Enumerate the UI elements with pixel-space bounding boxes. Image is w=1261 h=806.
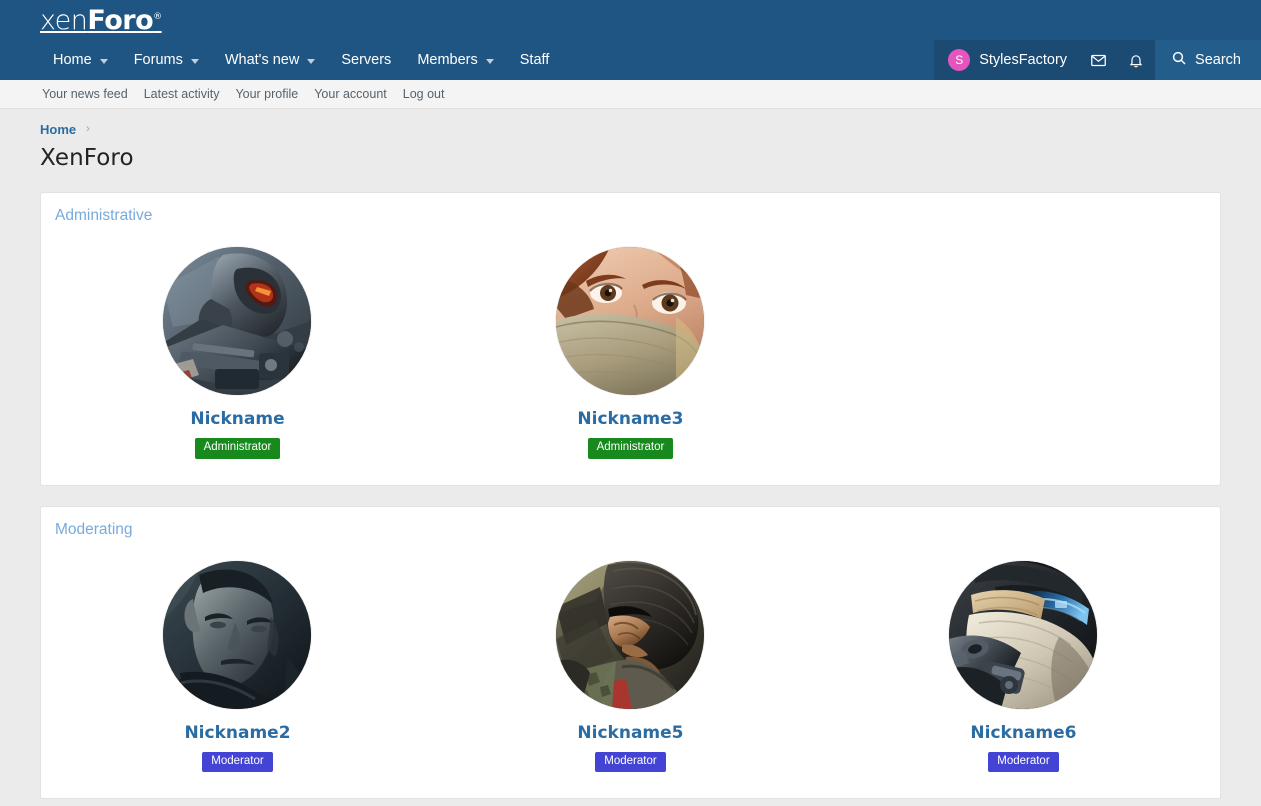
staff-member-card: Nickname2 Moderator	[41, 549, 434, 773]
nav-item-label: Staff	[520, 52, 550, 68]
header-right-tools: S StylesFactory	[934, 40, 1261, 80]
visitor-username: StylesFactory	[979, 52, 1067, 68]
soldier-helmet-avatar	[163, 247, 311, 395]
dark-portrait-avatar	[163, 561, 311, 709]
inbox-button[interactable]	[1079, 40, 1117, 80]
staff-member-card: Nickname Administrator	[41, 235, 434, 459]
nav-item-label: Servers	[341, 52, 391, 68]
bell-icon	[1128, 52, 1144, 69]
member-username[interactable]: Nickname3	[577, 409, 683, 429]
nav-item-whats-new[interactable]: What's new	[212, 40, 329, 80]
visitor-menu-button[interactable]: S StylesFactory	[934, 40, 1079, 80]
avatar[interactable]	[163, 561, 311, 709]
goggles-soldier-avatar	[949, 561, 1097, 709]
section-title: Administrative	[41, 193, 1220, 229]
breadcrumb-item-home[interactable]: Home	[40, 122, 76, 137]
chevron-down-icon	[100, 59, 108, 64]
masked-woman-avatar	[556, 247, 704, 395]
site-header: xenForo® Home Forums What's new Servers …	[0, 0, 1261, 80]
logo-text-bold: Foro	[87, 5, 153, 36]
breadcrumb: Home ›	[40, 109, 1221, 141]
subnav-item-log-out[interactable]: Log out	[395, 87, 453, 101]
nav-item-label: What's new	[225, 52, 300, 68]
member-username[interactable]: Nickname6	[970, 723, 1076, 743]
chevron-down-icon	[191, 59, 199, 64]
nav-item-servers[interactable]: Servers	[328, 40, 404, 80]
staff-member-card: Nickname5 Moderator	[434, 549, 827, 773]
avatar[interactable]	[556, 247, 704, 395]
avatar[interactable]	[949, 561, 1097, 709]
nav-item-label: Forums	[134, 52, 183, 68]
search-label: Search	[1195, 52, 1241, 68]
logo-text-light: xen	[40, 5, 87, 36]
visitor-menu-group: S StylesFactory	[934, 40, 1155, 80]
search-button[interactable]: Search	[1155, 40, 1261, 80]
avatar[interactable]	[556, 561, 704, 709]
envelope-icon	[1090, 52, 1107, 69]
page-content: Home › XenForo Administrative	[0, 109, 1261, 799]
user-banner-badge: Moderator	[595, 752, 665, 773]
nav-item-home[interactable]: Home	[40, 40, 121, 80]
nav-items: Home Forums What's new Servers Members S…	[40, 40, 562, 80]
user-banner-badge: Administrator	[195, 438, 281, 459]
avatar[interactable]	[163, 247, 311, 395]
member-list: Nickname Administrator	[41, 229, 1220, 485]
staff-member-card: Nickname3 Administrator	[434, 235, 827, 459]
user-banner-badge: Moderator	[202, 752, 272, 773]
section-title: Moderating	[41, 507, 1220, 543]
subnav-item-news-feed[interactable]: Your news feed	[34, 87, 136, 101]
nav-item-members[interactable]: Members	[404, 40, 506, 80]
staff-section-moderating: Moderating	[40, 506, 1221, 800]
avatar: S	[948, 49, 970, 71]
search-icon	[1171, 50, 1195, 70]
subnav-item-your-account[interactable]: Your account	[306, 87, 395, 101]
user-banner-badge: Administrator	[588, 438, 674, 459]
chevron-down-icon	[307, 59, 315, 64]
member-username[interactable]: Nickname	[190, 409, 284, 429]
staff-section-administrative: Administrative	[40, 192, 1221, 486]
page-title: XenForo	[40, 145, 1221, 171]
member-username[interactable]: Nickname2	[184, 723, 290, 743]
chevron-down-icon	[486, 59, 494, 64]
alerts-button[interactable]	[1117, 40, 1155, 80]
capped-man-avatar	[556, 561, 704, 709]
staff-member-card: Nickname6 Moderator	[827, 549, 1220, 773]
member-username[interactable]: Nickname5	[577, 723, 683, 743]
nav-item-label: Home	[53, 52, 92, 68]
user-banner-badge: Moderator	[988, 752, 1058, 773]
member-list: Nickname2 Moderator	[41, 543, 1220, 799]
logo-registered-mark: ®	[153, 12, 162, 22]
subnav-item-your-profile[interactable]: Your profile	[227, 87, 306, 101]
main-navigation: Home Forums What's new Servers Members S…	[0, 40, 1261, 80]
nav-item-label: Members	[417, 52, 477, 68]
nav-item-forums[interactable]: Forums	[121, 40, 212, 80]
site-logo[interactable]: xenForo®	[40, 7, 162, 34]
visitor-subnavigation: Your news feed Latest activity Your prof…	[0, 80, 1261, 109]
logo-row: xenForo®	[0, 0, 1261, 40]
nav-item-staff[interactable]: Staff	[507, 40, 563, 80]
breadcrumb-separator-icon: ›	[86, 123, 90, 135]
subnav-item-latest-activity[interactable]: Latest activity	[136, 87, 228, 101]
